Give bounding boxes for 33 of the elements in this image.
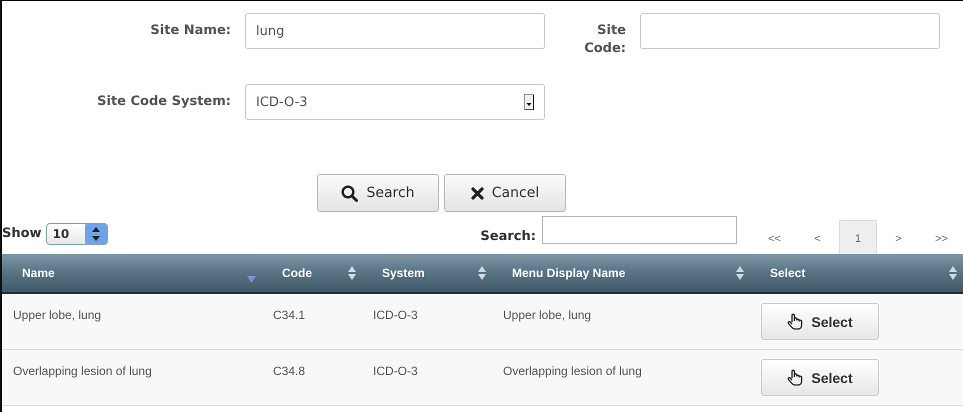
select-button[interactable]: Select xyxy=(761,303,879,340)
column-header[interactable]: Menu Display Name xyxy=(492,254,750,294)
search-icon xyxy=(341,184,358,202)
input-field[interactable] xyxy=(640,13,940,49)
search-button[interactable]: Search xyxy=(317,174,439,212)
table-cell: ICD-O-3 xyxy=(362,294,492,350)
select-button[interactable]: Select xyxy=(761,359,879,396)
field-label: Site Code: xyxy=(583,22,626,58)
table-cell: Upper lobe, lung xyxy=(2,294,262,350)
cancel-button[interactable]: Cancel xyxy=(444,174,566,212)
table-cell: Upper lobe, lung xyxy=(492,294,750,350)
close-icon xyxy=(470,186,484,200)
spinner-arrows-icon xyxy=(85,224,108,244)
hand-pointer-icon xyxy=(787,312,804,330)
show-label: Show xyxy=(2,226,42,241)
table-cell: Overlapping lesion of lung xyxy=(492,350,750,406)
column-header[interactable]: Name xyxy=(2,254,262,294)
dropdown-field[interactable]: ICD-O-3 xyxy=(245,84,545,120)
table-cell: C34.1 xyxy=(262,294,362,350)
input-field[interactable]: lung xyxy=(245,13,545,49)
field-label: Site Name: xyxy=(149,22,231,40)
table-cell: C34.8 xyxy=(262,350,362,406)
field-label: Site Code System: xyxy=(96,93,231,111)
table-search-field[interactable] xyxy=(542,216,737,244)
search-label: Search: xyxy=(480,229,536,244)
dropdown-arrow-icon xyxy=(524,94,534,110)
column-header[interactable]: Code xyxy=(262,254,362,294)
column-header[interactable]: System xyxy=(362,254,492,294)
page-size-dropdown[interactable]: 10 xyxy=(46,223,108,245)
table-cell: Overlapping lesion of lung xyxy=(2,350,262,406)
column-header[interactable]: Select xyxy=(750,254,963,294)
table-cell: ICD-O-3 xyxy=(362,350,492,406)
hand-pointer-icon xyxy=(787,368,804,386)
